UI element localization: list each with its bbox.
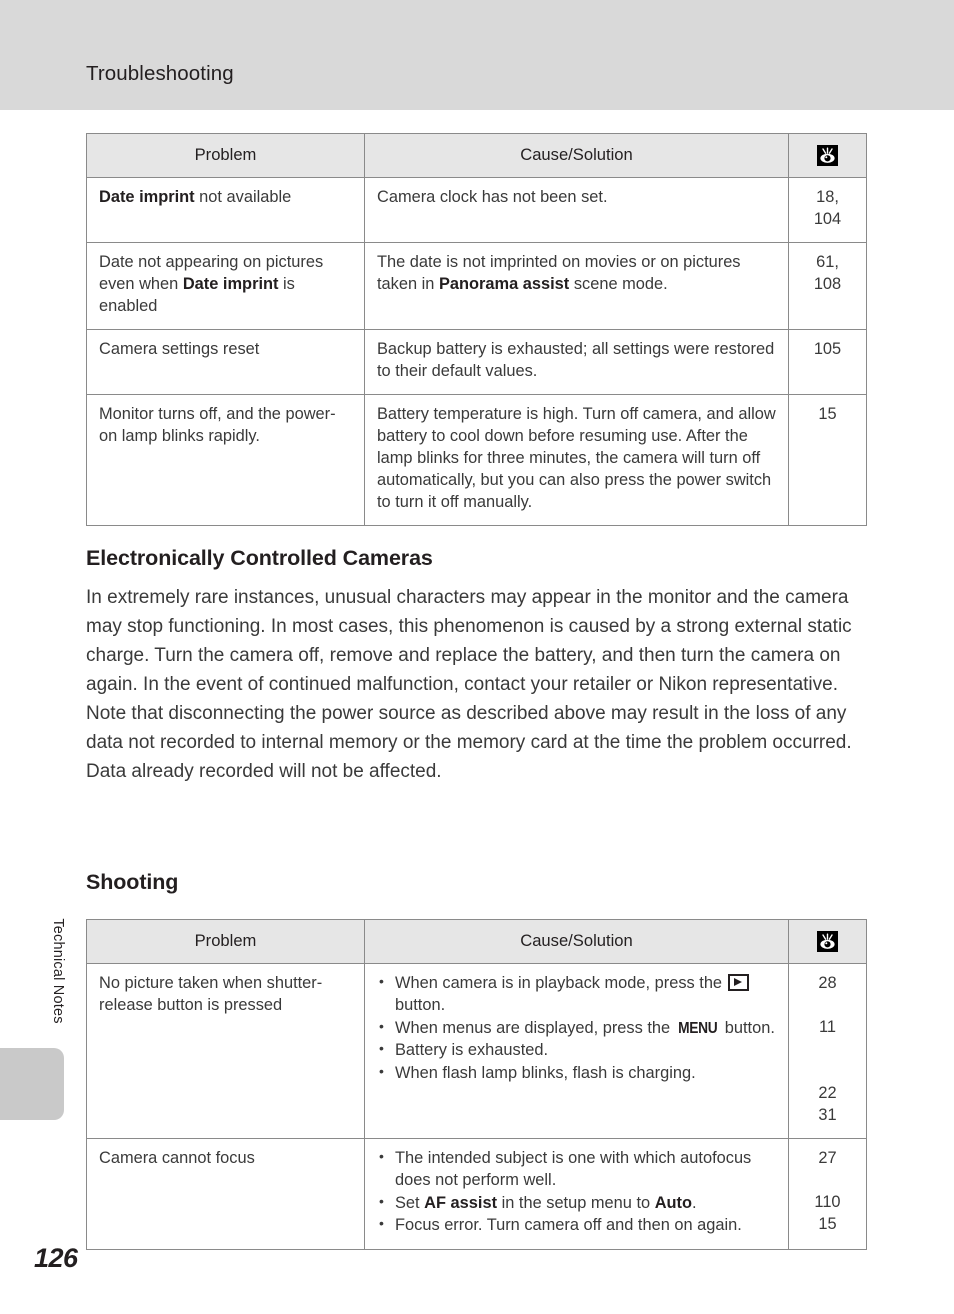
column-header-cause-solution: Cause/Solution bbox=[364, 918, 789, 965]
cell-reference: 61, 108 bbox=[788, 242, 867, 331]
list-item: When menus are displayed, press the MENU… bbox=[377, 1017, 776, 1040]
list-item: Set AF assist in the setup menu to Auto. bbox=[377, 1192, 776, 1215]
bullet-text-post: . bbox=[692, 1193, 697, 1212]
cell-reference: 18, 104 bbox=[788, 177, 867, 244]
cell-reference: 105 bbox=[788, 329, 867, 396]
reference-page: 15 bbox=[818, 405, 837, 424]
cell-cause: When camera is in playback mode, press t… bbox=[364, 963, 789, 1140]
page-number: 126 bbox=[34, 1243, 78, 1273]
cell-problem: No picture taken when shutter-release bu… bbox=[86, 963, 365, 1140]
bullet-term-auto: Auto bbox=[654, 1193, 693, 1212]
reference-page: 18, bbox=[816, 188, 839, 207]
reference-eye-icon bbox=[817, 931, 838, 953]
reference-page: 22 bbox=[818, 1084, 837, 1103]
bullet-text-pre: When camera is in playback mode, press t… bbox=[395, 974, 727, 993]
bullet-text-mid: in the setup menu to bbox=[497, 1193, 655, 1212]
column-header-cause-solution: Cause/Solution bbox=[364, 132, 789, 179]
table-row: Monitor turns off, and the power-on lamp… bbox=[86, 394, 867, 527]
reference-page: 28 bbox=[818, 974, 837, 993]
table-row: No picture taken when shutter-release bu… bbox=[86, 963, 867, 1140]
cell-reference: 15 bbox=[788, 394, 867, 527]
list-item: Battery is exhausted. bbox=[377, 1039, 776, 1062]
troubleshooting-table-one-container: Problem Cause/Solution Date imprint not … bbox=[86, 132, 867, 527]
problem-rest: not available bbox=[194, 188, 292, 207]
problem-term: Date imprint bbox=[182, 275, 279, 294]
cell-cause: The date is not imprinted on movies or o… bbox=[364, 242, 789, 331]
cause-bullet-list: When camera is in playback mode, press t… bbox=[377, 972, 776, 1085]
cell-problem: Camera settings reset bbox=[86, 329, 365, 396]
cell-reference: 28 11 22 31 bbox=[788, 963, 867, 1140]
menu-button-glyph: MENU bbox=[677, 1019, 718, 1037]
list-item: Focus error. Turn camera off and then on… bbox=[377, 1214, 776, 1237]
chapter-label: Technical Notes bbox=[50, 918, 66, 1024]
reference-page: 104 bbox=[813, 210, 842, 229]
cell-cause: Battery temperature is high. Turn off ca… bbox=[364, 394, 789, 527]
troubleshooting-table-one: Problem Cause/Solution Date imprint not … bbox=[86, 132, 867, 527]
page-title: Troubleshooting bbox=[86, 62, 234, 85]
bullet-text-post: button. bbox=[395, 996, 446, 1015]
column-header-problem: Problem bbox=[86, 132, 365, 179]
cause-term: Panorama assist bbox=[438, 275, 570, 294]
table-row: Camera settings reset Backup battery is … bbox=[86, 329, 867, 396]
reference-eye-icon bbox=[817, 145, 838, 167]
cell-problem: Monitor turns off, and the power-on lamp… bbox=[86, 394, 365, 527]
table-row: Date not appearing on pictures even when… bbox=[86, 242, 867, 331]
table-header-row: Problem Cause/Solution bbox=[86, 132, 867, 179]
reference-page: 11 bbox=[818, 1018, 836, 1037]
reference-page: 31 bbox=[818, 1106, 837, 1125]
reference-page: 105 bbox=[813, 340, 842, 359]
cause-bullet-list: The intended subject is one with which a… bbox=[377, 1147, 776, 1237]
bullet-text-post: button. bbox=[720, 1018, 775, 1037]
list-item: When flash lamp blinks, flash is chargin… bbox=[377, 1062, 776, 1085]
chapter-thumb-tab bbox=[0, 1048, 64, 1120]
shooting-table-container: Problem Cause/Solution No picture taken … bbox=[86, 918, 867, 1250]
shooting-table: Problem Cause/Solution No picture taken … bbox=[86, 918, 867, 1250]
reference-page: 61, 108 bbox=[813, 253, 842, 294]
cell-problem: Date imprint not available bbox=[86, 177, 365, 244]
cause-text-post: scene mode. bbox=[569, 275, 668, 294]
column-header-reference bbox=[788, 918, 867, 965]
table-row: Camera cannot focus The intended subject… bbox=[86, 1138, 867, 1250]
cell-problem: Camera cannot focus bbox=[86, 1138, 365, 1250]
cell-reference: 27 110 15 bbox=[788, 1138, 867, 1250]
section-body-electronically-controlled-cameras: In extremely rare instances, unusual cha… bbox=[86, 587, 852, 783]
reference-page: 27 bbox=[818, 1149, 837, 1168]
column-header-reference bbox=[788, 132, 867, 179]
section-heading-electronically-controlled-cameras: Electronically Controlled Cameras bbox=[86, 546, 433, 570]
table-row: Date imprint not available Camera clock … bbox=[86, 177, 867, 244]
table-header-row: Problem Cause/Solution bbox=[86, 918, 867, 965]
section-heading-shooting: Shooting bbox=[86, 870, 179, 894]
page-header-band bbox=[0, 0, 954, 110]
cell-cause: Backup battery is exhausted; all setting… bbox=[364, 329, 789, 396]
bullet-text-pre: Set bbox=[395, 1193, 425, 1212]
problem-term: Date imprint bbox=[99, 188, 195, 207]
list-item: When camera is in playback mode, press t… bbox=[377, 972, 776, 1017]
bullet-text-pre: When menus are displayed, press the bbox=[395, 1018, 675, 1037]
cell-problem: Date not appearing on pictures even when… bbox=[86, 242, 365, 331]
list-item: The intended subject is one with which a… bbox=[377, 1147, 776, 1192]
reference-page: 110 bbox=[814, 1193, 841, 1212]
cell-cause: Camera clock has not been set. bbox=[364, 177, 789, 244]
cell-cause: The intended subject is one with which a… bbox=[364, 1138, 789, 1250]
bullet-term-af-assist: AF assist bbox=[424, 1193, 498, 1212]
reference-page: 15 bbox=[818, 1215, 837, 1234]
column-header-problem: Problem bbox=[86, 918, 365, 965]
playback-button-icon bbox=[727, 974, 749, 992]
